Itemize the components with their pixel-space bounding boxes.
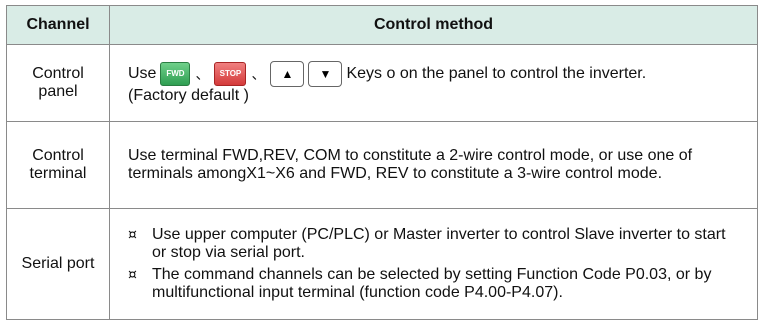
channel-serial-port: Serial port <box>6 208 110 320</box>
separator: 、 <box>195 66 210 82</box>
list-item: ¤ The command channels can be selected b… <box>128 266 743 302</box>
key-line: Use FWD 、 STOP 、 ▲ ▼ Keys o on the panel… <box>128 61 743 87</box>
table-row: Control terminal Use terminal FWD,REV, C… <box>6 121 758 209</box>
stop-key-icon: STOP <box>214 62 247 86</box>
table-row: Control panel Use FWD 、 STOP 、 ▲ ▼ Keys … <box>6 44 758 122</box>
method-serial-port: ¤ Use upper computer (PC/PLC) or Master … <box>109 208 758 320</box>
fwd-key-icon: FWD <box>160 62 191 86</box>
method-control-panel: Use FWD 、 STOP 、 ▲ ▼ Keys o on the panel… <box>109 44 758 122</box>
use-text: Use <box>128 65 157 82</box>
up-key-icon: ▲ <box>270 61 305 87</box>
channel-control-terminal: Control terminal <box>6 121 110 209</box>
bullet-text: Use upper computer (PC/PLC) or Master in… <box>152 226 726 261</box>
list-item: ¤ Use upper computer (PC/PLC) or Master … <box>128 226 743 262</box>
bullet-icon: ¤ <box>128 267 137 283</box>
header-channel: Channel <box>6 5 110 45</box>
control-channel-table: Channel Control method Control panel Use… <box>6 5 758 320</box>
header-row: Channel Control method <box>6 5 758 45</box>
separator: 、 <box>251 66 266 82</box>
factory-default-note: (Factory default ) <box>128 87 249 104</box>
bullet-text: The command channels can be selected by … <box>152 266 712 301</box>
header-control-method: Control method <box>109 5 758 45</box>
table-row: Serial port ¤ Use upper computer (PC/PLC… <box>6 208 758 320</box>
bullet-icon: ¤ <box>128 227 137 243</box>
down-key-icon: ▼ <box>308 61 343 87</box>
channel-control-panel: Control panel <box>6 44 110 122</box>
keys-description: Keys o on the panel to control the inver… <box>346 65 647 82</box>
method-control-terminal: Use terminal FWD,REV, COM to constitute … <box>109 121 758 209</box>
